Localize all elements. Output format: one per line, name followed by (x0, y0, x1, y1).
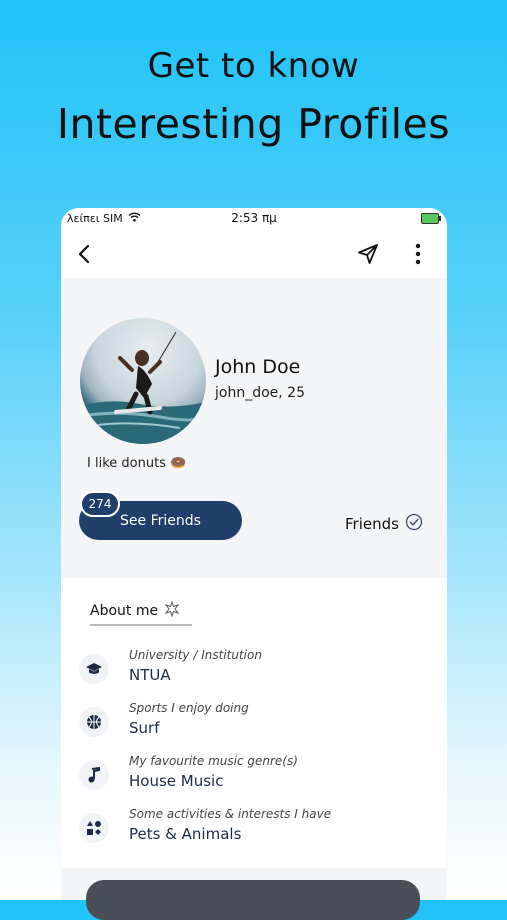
friend-status-label: Friends (345, 515, 399, 533)
avatar[interactable] (80, 318, 206, 444)
about-item: Some activities & interests I have Pets … (79, 807, 439, 855)
about-title-underline (90, 624, 192, 626)
chevron-left-icon[interactable] (71, 241, 97, 267)
graduation-cap-icon (79, 654, 109, 684)
about-item-value: House Music (129, 772, 224, 790)
status-bar: λείπει SIM 2:53 πμ (61, 208, 447, 230)
about-item-value: NTUA (129, 666, 171, 684)
shapes-icon (79, 813, 109, 843)
promo-subheadline: Interesting Profiles (56, 100, 451, 148)
about-card: About me University / Institution NTUA S… (61, 578, 447, 868)
music-note-icon (79, 760, 109, 790)
about-item-caption: University / Institution (129, 648, 262, 662)
about-item-value: Pets & Animals (129, 825, 242, 843)
about-item-caption: Some activities & interests I have (129, 807, 332, 821)
about-item: University / Institution NTUA (79, 648, 439, 696)
see-friends-label: See Friends (120, 512, 201, 529)
more-vertical-icon[interactable] (406, 240, 430, 268)
sparkle-icon (164, 600, 180, 621)
promo-headline: Get to know (147, 46, 360, 86)
about-title: About me (90, 600, 180, 621)
check-circle-icon (405, 513, 423, 535)
about-title-label: About me (90, 603, 159, 619)
profile-name: John Doe (215, 356, 301, 378)
send-icon[interactable] (354, 240, 382, 268)
about-item: Sports I enjoy doing Surf (79, 701, 439, 749)
profile-handle-age: john_doe, 25 (215, 385, 305, 401)
status-time: 2:53 πμ (231, 211, 277, 225)
about-item-value: Surf (129, 719, 160, 737)
battery-charging-icon (421, 213, 441, 224)
surfer-photo (80, 331, 206, 444)
about-item-caption: Sports I enjoy doing (129, 701, 249, 715)
bottom-action-bar[interactable] (86, 880, 420, 920)
about-item-caption: My favourite music genre(s) (129, 754, 298, 768)
top-navbar (61, 230, 447, 278)
phone-screen: λείπει SIM 2:53 πμ John Doe john_doe, 25… (61, 208, 447, 900)
basketball-icon (79, 707, 109, 737)
friend-status[interactable]: Friends (345, 513, 423, 535)
friends-count-badge: 274 (80, 491, 120, 517)
profile-bio: I like donuts 🍩 (87, 456, 187, 471)
about-item: My favourite music genre(s) House Music (79, 754, 439, 802)
